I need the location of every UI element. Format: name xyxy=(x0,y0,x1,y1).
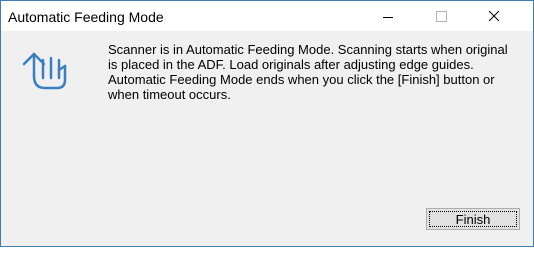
window-title: Automatic Feeding Mode xyxy=(8,9,164,25)
minimize-icon xyxy=(383,17,393,18)
dialog-message: Scanner is in Automatic Feeding Mode. Sc… xyxy=(108,42,508,102)
minimize-button[interactable] xyxy=(365,1,411,31)
close-button[interactable] xyxy=(471,1,517,31)
dialog-window: Automatic Feeding Mode Scanner is in Aut… xyxy=(0,0,534,247)
maximize-icon xyxy=(436,11,447,22)
maximize-button[interactable] xyxy=(418,1,464,31)
close-icon xyxy=(488,10,500,22)
automatic-feeding-hand-icon xyxy=(22,52,67,90)
title-bar[interactable]: Automatic Feeding Mode xyxy=(1,1,533,31)
dialog-body: Scanner is in Automatic Feeding Mode. Sc… xyxy=(1,31,533,246)
finish-button[interactable]: Finish xyxy=(426,208,520,230)
